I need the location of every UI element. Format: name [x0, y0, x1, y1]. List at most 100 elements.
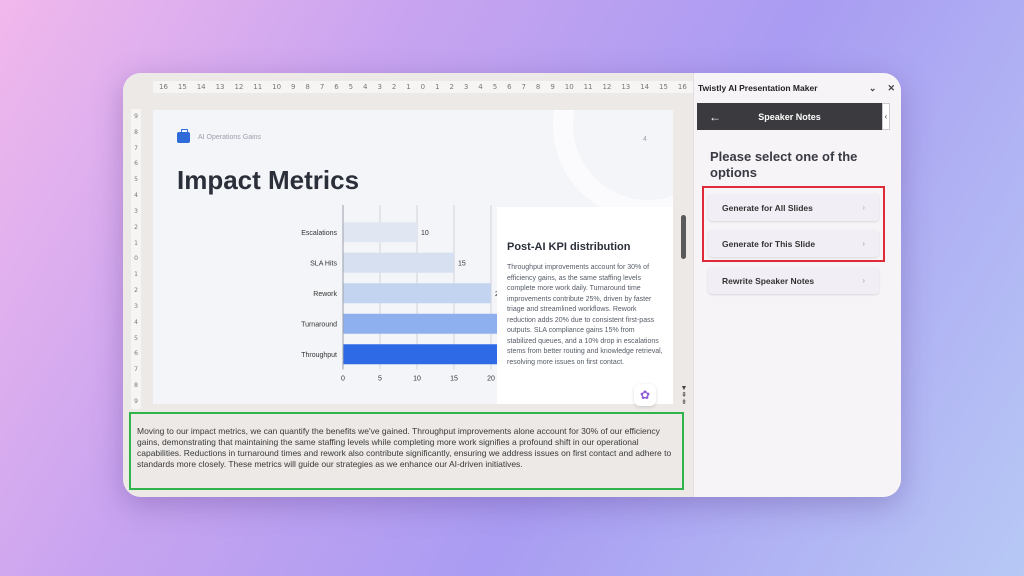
ruler-tick: 0 [420, 83, 426, 91]
panel-section-title: Speaker Notes [758, 111, 821, 122]
ruler-tick: 5 [134, 334, 138, 342]
ruler-tick: 7 [134, 366, 138, 374]
ruler-tick: 5 [348, 83, 354, 91]
decorative-ring [553, 110, 673, 220]
ruler-tick: 6 [334, 83, 339, 91]
ruler-tick: 1 [134, 239, 138, 247]
option-label: Generate for This Slide [722, 238, 816, 249]
x-tick-label: 20 [487, 376, 495, 383]
ruler-tick: 9 [291, 83, 296, 91]
ruler-tick: 2 [134, 287, 138, 295]
ruler-tick: 3 [377, 83, 382, 91]
kpi-bar-chart[interactable]: 05101520253035Escalations10SLA Hits15Rew… [153, 205, 497, 395]
panel-collapse-icon[interactable]: ‹ [882, 103, 890, 130]
ruler-tick: 7 [134, 144, 138, 152]
app-window: 16 15 14 13 12 11 10 9 8 7 6 5 4 3 2 1 0 1 2 3 4 5 6 7 8 9 10 11 12 1… [123, 73, 901, 497]
ruler-tick: 6 [134, 160, 138, 168]
ruler-tick: 5 [134, 176, 138, 184]
ruler-tick: 16 [159, 83, 168, 91]
x-tick-label: 0 [341, 376, 345, 383]
twistly-side-panel: Twistly AI Presentation Maker ⌄ ✕ ← Spea… [693, 73, 901, 497]
vertical-scrollbar[interactable] [681, 215, 686, 259]
kpi-description: Throughput improvements account for 30% … [507, 264, 663, 366]
ruler-tick: 14 [640, 83, 650, 91]
ruler-tick: 4 [478, 83, 483, 91]
ruler-tick: 1 [406, 83, 411, 91]
chart-bar [343, 344, 497, 365]
ruler-tick: 15 [177, 83, 187, 91]
ruler-tick: 1 [134, 271, 138, 279]
ruler-tick: 9 [134, 397, 138, 405]
horizontal-ruler: 16 15 14 13 12 11 10 9 8 7 6 5 4 3 2 1 0 1 2 3 4 5 6 7 8 9 10 11 12 1… [153, 81, 693, 93]
ruler-tick: 11 [583, 83, 593, 91]
rewrite-speaker-notes-button[interactable]: Rewrite Speaker Notes › [708, 267, 879, 294]
chart-bar [343, 222, 417, 243]
chart-bar [343, 252, 454, 273]
ruler-tick: 8 [535, 83, 541, 91]
option-label: Rewrite Speaker Notes [722, 275, 815, 286]
ruler-tick: 3 [463, 83, 469, 91]
ruler-tick: 0 [134, 255, 138, 263]
scroll-arrows[interactable]: ▼ ⇞ ⇟ [680, 385, 688, 406]
ruler-tick: 5 [492, 83, 498, 91]
chevron-right-icon: › [862, 203, 865, 212]
slide-canvas[interactable]: AI Operations Gains 4 Impact Metrics 0 5 1… [153, 110, 673, 404]
ruler-tick: 2 [134, 223, 138, 231]
ruler-tick: 12 [234, 83, 244, 91]
x-tick-label: 15 [450, 376, 458, 383]
chart-bar [343, 313, 497, 334]
slide-page-number: 4 [643, 136, 647, 143]
ruler-tick: 6 [507, 83, 512, 91]
ruler-tick: 6 [134, 350, 138, 358]
back-arrow-icon[interactable]: ← [709, 110, 721, 124]
ruler-tick: 10 [272, 83, 282, 91]
ruler-tick: 2 [391, 83, 397, 91]
ruler-tick: 9 [550, 83, 555, 91]
ruler-tick: 3 [134, 302, 138, 310]
panel-heading: Please select one of the options [710, 149, 858, 180]
slide-header: AI Operations Gains [177, 129, 262, 143]
ruler-tick: 4 [134, 318, 138, 326]
chart-bar [343, 283, 491, 304]
generate-all-slides-button[interactable]: Generate for All Slides › [708, 194, 879, 221]
ruler-tick: 16 [677, 83, 687, 91]
panel-section-header: ← Speaker Notes [697, 103, 882, 130]
ruler-tick: 8 [134, 382, 138, 390]
slide-editor: 16 15 14 13 12 11 10 9 8 7 6 5 4 3 2 1 0 1 2 3 4 5 6 7 8 9 10 11 12 1… [123, 73, 693, 497]
ruler-tick: 4 [134, 192, 138, 200]
generate-this-slide-button[interactable]: Generate for This Slide › [708, 230, 879, 257]
ruler-tick: 9 [134, 113, 138, 120]
ruler-tick: 10 [564, 83, 574, 91]
ruler-tick: 7 [521, 83, 526, 91]
bar-value-label: 10 [421, 230, 429, 237]
chevron-right-icon: › [862, 239, 865, 248]
ruler-tick: 8 [134, 128, 138, 136]
option-label: Generate for All Slides [722, 202, 813, 213]
ruler-tick: 1 [435, 83, 440, 91]
category-label: Escalations [301, 230, 337, 237]
chevron-right-icon: › [862, 276, 865, 285]
ruler-tick: 4 [363, 83, 368, 91]
x-tick-label: 10 [413, 376, 421, 383]
slide-title[interactable]: Impact Metrics [177, 165, 359, 196]
close-icon[interactable]: ✕ [887, 83, 895, 94]
speaker-notes-area[interactable]: Moving to our impact metrics, we can qua… [129, 412, 684, 490]
x-tick-label: 5 [378, 376, 382, 383]
chevron-down-icon[interactable]: ⌄ [869, 83, 877, 94]
ruler-tick: 7 [319, 83, 325, 91]
ruler-tick: 2 [449, 83, 454, 91]
category-label: Turnaround [301, 321, 337, 328]
kpi-title: Post-AI KPI distribution [507, 241, 631, 253]
ruler-tick: 8 [305, 83, 310, 91]
category-label: Throughput [301, 352, 337, 359]
ruler-tick: 13 [215, 83, 225, 91]
panel-app-title: Twistly AI Presentation Maker [698, 83, 818, 93]
category-label: Rework [313, 291, 337, 298]
panel-title-bar: Twistly AI Presentation Maker ⌄ ✕ [694, 73, 901, 103]
copilot-icon[interactable]: ✿ [634, 384, 656, 406]
slide-header-text: AI Operations Gains [198, 134, 262, 141]
ruler-tick: 13 [621, 83, 631, 91]
bar-value-label: 15 [458, 260, 466, 267]
kpi-panel[interactable]: Post-AI KPI distribution Throughput impr… [497, 207, 673, 404]
category-label: SLA Hits [310, 260, 337, 267]
